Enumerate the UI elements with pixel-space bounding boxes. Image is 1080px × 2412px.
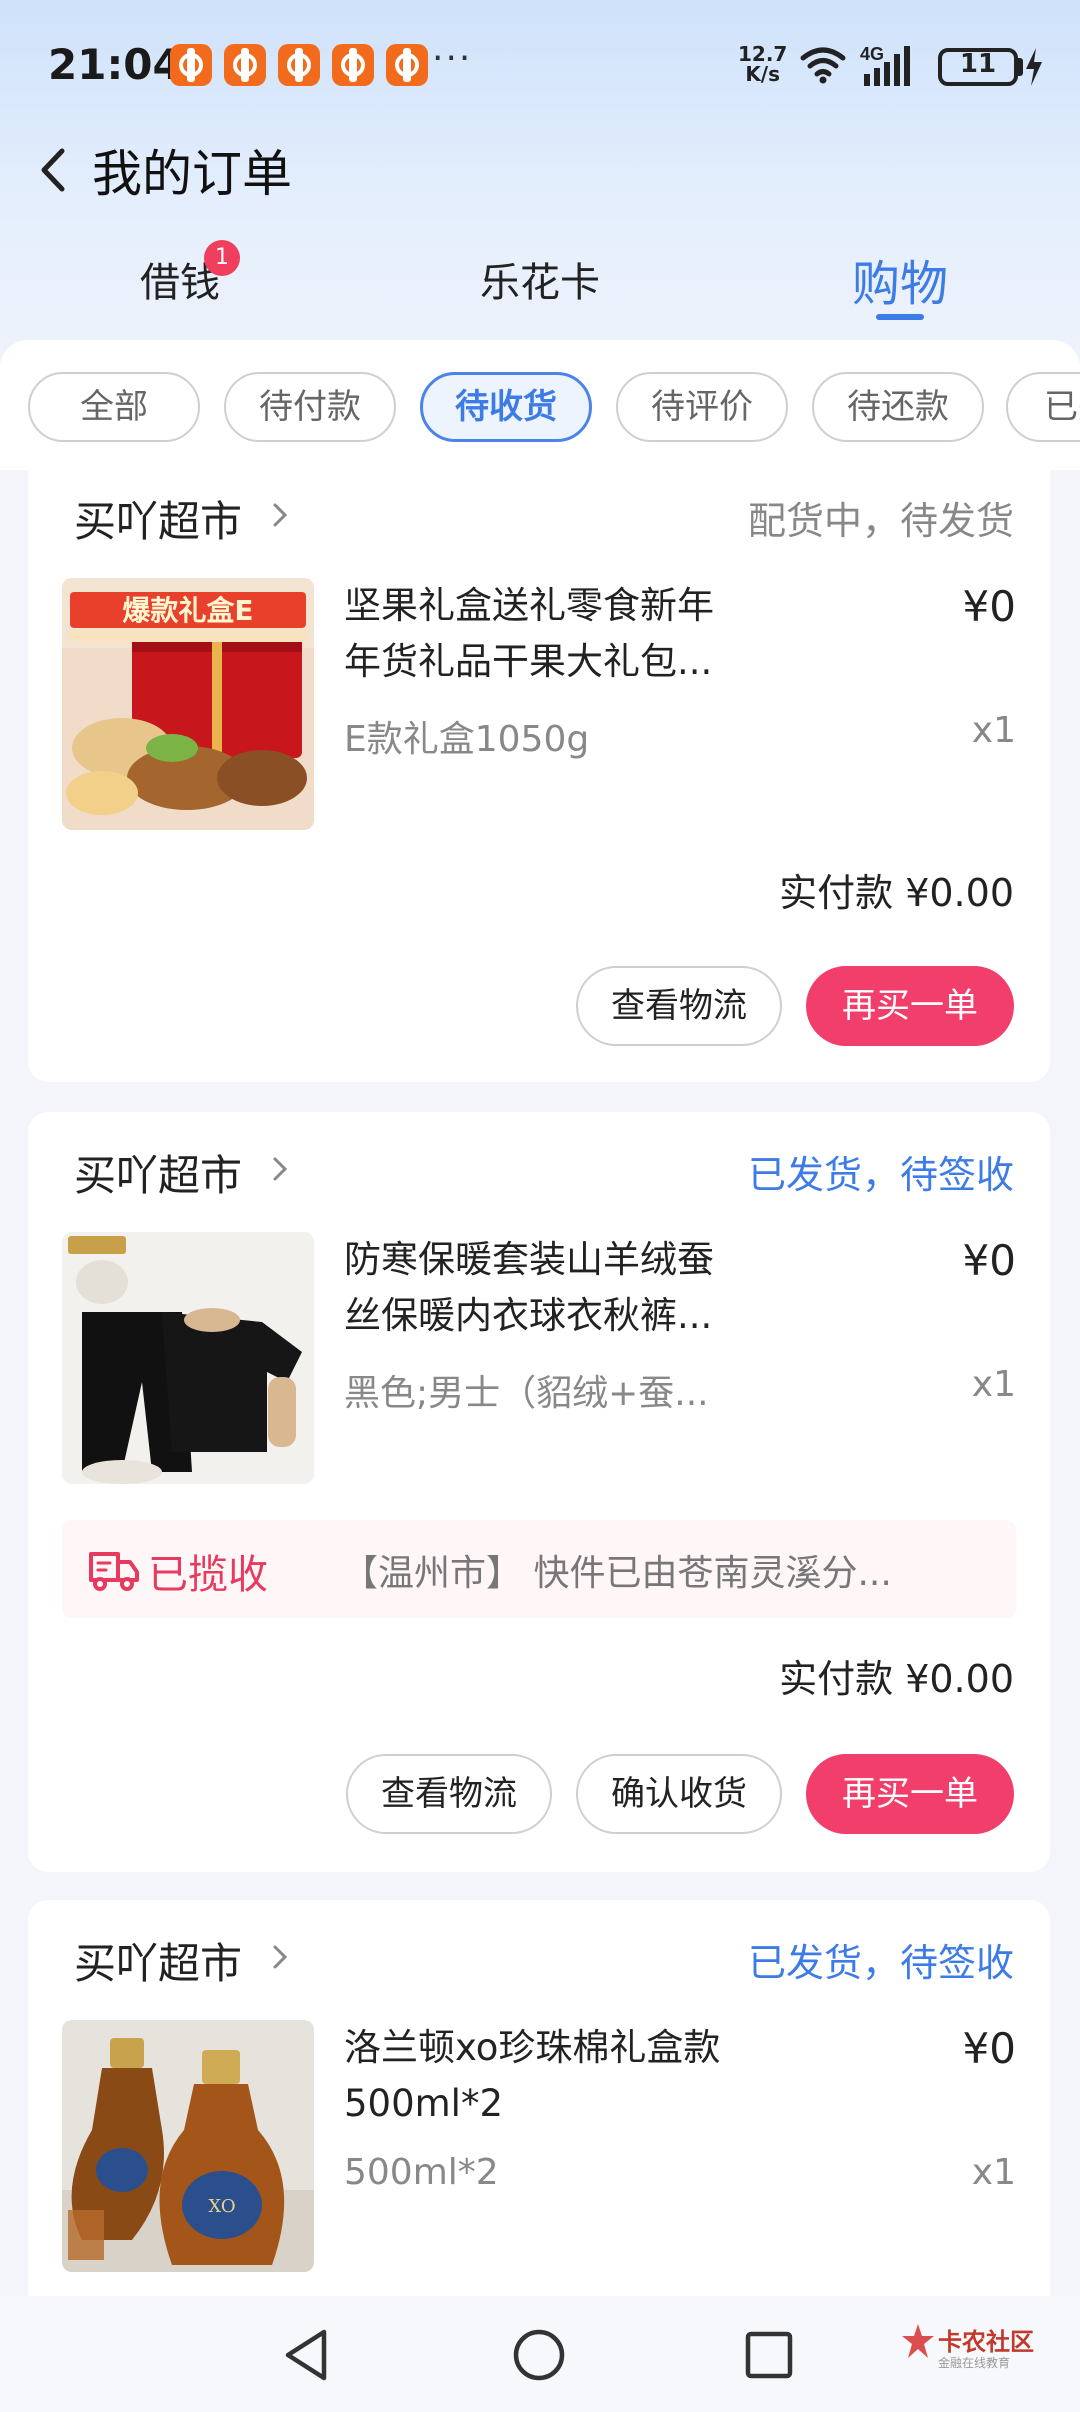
product-name-line2: 年货礼品干果大礼包... [344,640,713,683]
net-speed-value: 12.7 [738,42,788,66]
order-type-tabs: 借钱 1 乐花卡 购物 [0,240,1080,340]
brandy-bottle-image: XO [62,2020,314,2272]
page-title: 我的订单 [92,145,292,203]
kanong-logo-icon [902,2324,934,2358]
wifi-icon [800,47,846,84]
chevron-right-icon [273,1945,288,1969]
filter-pending-review[interactable]: 待评价 [616,372,788,442]
product-variant: E款礼盒1050g [344,719,590,760]
svg-text:XO: XO [208,2196,235,2217]
product-name-line1: 坚果礼盒送礼零食新年 [344,584,714,627]
product-name[interactable]: 洛兰顿xo珍珠棉礼盒款 500ml*2 [344,2020,784,2132]
order-filter-bar: 全部 待付款 待收货 待评价 待还款 已完 [0,340,1080,470]
order-status: 已发货，待签收 [747,1153,1014,1197]
order-status: 配货中，待发货 [747,499,1014,543]
shop-name[interactable]: 买吖超市 [74,1930,242,1991]
product-thumbnail[interactable]: 爆款礼盒E [62,578,314,830]
product-thumbnail[interactable]: XO [62,2020,314,2272]
kuaishou-app-icon [224,44,266,86]
status-time: 21:04 [48,40,182,89]
confirm-receipt-button[interactable]: 确认收货 [576,1754,782,1834]
order-card[interactable]: 买吖超市 配货中，待发货 爆款礼盒E 坚果礼盒送礼零食新年 年货礼品干果大礼包.… [28,470,1050,1082]
chevron-right-icon [273,1157,288,1181]
filter-pending-payment[interactable]: 待付款 [224,372,396,442]
net-speed: 12.7 K/s [738,44,787,84]
product-quantity: x1 [971,1364,1016,1405]
order-status: 已发货，待签收 [747,1941,1014,1985]
thumb-label: 爆款礼盒E [122,594,253,627]
watermark-title: 卡农社区 [938,2328,1034,2356]
product-price: ¥0 [962,2024,1016,2073]
more-notifications-icon: ··· [432,38,473,79]
gift-box-image: 爆款礼盒E [62,578,314,830]
product-thumbnail[interactable] [62,1232,314,1484]
order-card[interactable]: 买吖超市 已发货，待签收 防寒保暖套装山羊绒蚕 丝保暖内衣球衣秋裤... ¥0 … [28,1112,1050,1872]
tab-borrow-badge: 1 [204,240,240,276]
notification-icons [170,44,428,86]
buy-again-button[interactable]: 再买一单 [806,1754,1014,1834]
tab-shopping[interactable]: 购物 [852,244,948,314]
product-quantity: x1 [971,2152,1016,2193]
nav-recents-icon[interactable] [744,2330,794,2380]
svg-text:4G: 4G [860,44,884,64]
battery-tip [1018,58,1023,76]
kuaishou-app-icon [170,44,212,86]
paid-amount: 实付款 ¥0.00 [779,1657,1014,1701]
product-name[interactable]: 坚果礼盒送礼零食新年 年货礼品干果大礼包... [344,578,784,690]
logistics-detail: 【温州市】 快件已由苍南灵溪分... [342,1553,892,1594]
watermark-subtitle: 金融在线教育 [938,2356,1011,2370]
view-logistics-button[interactable]: 查看物流 [346,1754,552,1834]
product-quantity: x1 [971,710,1016,751]
view-logistics-button[interactable]: 查看物流 [576,966,782,1046]
net-speed-unit: K/s [745,62,781,86]
filter-all[interactable]: 全部 [28,372,200,442]
nav-back-icon[interactable] [282,2328,330,2382]
thermal-underwear-image [62,1232,314,1484]
shop-name[interactable]: 买吖超市 [74,488,242,549]
product-variant: 黑色;男士（貂绒+蚕... [344,1373,709,1414]
product-price: ¥0 [962,1236,1016,1285]
kuaishou-app-icon [332,44,374,86]
active-tab-indicator [876,314,924,320]
order-card[interactable]: 买吖超市 已发货，待签收 XO 洛兰顿xo珍珠棉礼盒款 500ml*2 ¥0 5… [28,1900,1050,2320]
delivery-truck-icon [89,1552,139,1591]
filter-pending-repayment[interactable]: 待还款 [812,372,984,442]
shop-name[interactable]: 买吖超市 [74,1142,242,1203]
buy-again-button[interactable]: 再买一单 [806,966,1014,1046]
product-name-line1: 洛兰顿xo珍珠棉礼盒款 [344,2026,721,2069]
logistics-status: 已揽收 [148,1552,268,1598]
filter-completed[interactable]: 已完 [1006,372,1080,442]
chevron-right-icon [273,503,288,527]
logistics-summary[interactable]: 已揽收 【温州市】 快件已由苍南灵溪分... [62,1520,1016,1618]
product-name-line1: 防寒保暖套装山羊绒蚕 [344,1238,714,1281]
product-price: ¥0 [962,582,1016,631]
product-variant: 500ml*2 [344,2152,499,2193]
product-name-line2: 丝保暖内衣球衣秋裤... [344,1294,713,1337]
battery-level: 11 [959,49,997,79]
kuaishou-app-icon [278,44,320,86]
product-name-line2: 500ml*2 [344,2082,503,2125]
signal-icon: 4G [860,44,910,86]
kuaishou-app-icon [386,44,428,86]
charging-icon [1026,48,1042,86]
filter-pending-receipt[interactable]: 待收货 [420,372,592,442]
paid-amount: 实付款 ¥0.00 [779,871,1014,915]
tab-lehua-card[interactable]: 乐花卡 [480,250,600,308]
nav-home-icon[interactable] [512,2328,566,2382]
product-name[interactable]: 防寒保暖套装山羊绒蚕 丝保暖内衣球衣秋裤... [344,1232,784,1344]
status-bar: 21:04 ··· 12.7 K/s 4G 11 [0,0,1080,136]
back-icon[interactable] [38,145,68,195]
